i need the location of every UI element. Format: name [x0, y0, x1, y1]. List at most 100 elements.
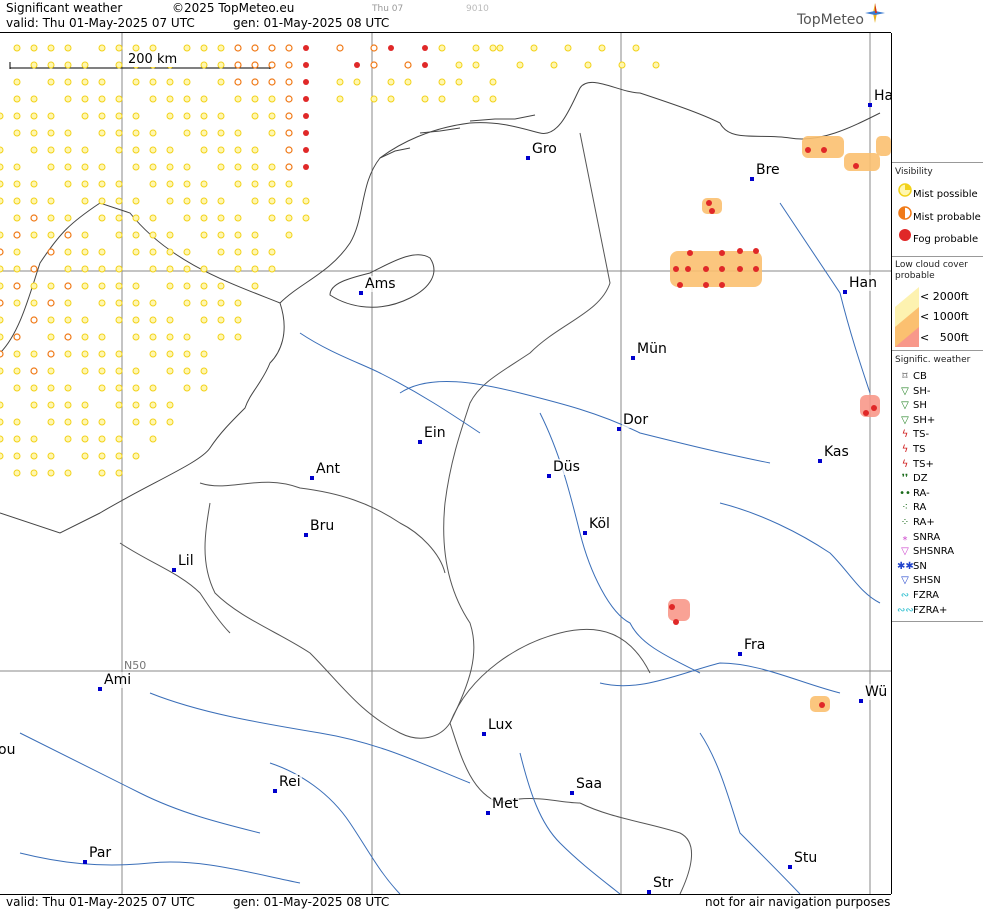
mist-possible-icon: [64, 163, 72, 171]
mist-possible-icon: [47, 231, 55, 239]
fog-probable-icon: [753, 248, 759, 254]
mist-possible-icon: [438, 78, 446, 86]
mist-possible-icon: [598, 44, 606, 52]
mist-possible-icon: [81, 112, 89, 120]
mist-possible-icon: [200, 61, 208, 69]
mist-possible-icon: [132, 146, 140, 154]
fog-probable-icon: [719, 266, 725, 272]
mist-possible-icon: [115, 265, 123, 273]
mist-possible-icon: [30, 384, 38, 392]
mist-probable-icon: [285, 44, 293, 52]
mist-possible-icon: [149, 129, 157, 137]
mist-possible-icon: [370, 95, 378, 103]
legend-weather-row: ⁎ SNRA: [897, 530, 941, 545]
chart-header: Significant weather ©2025 TopMeteo.eu va…: [0, 0, 891, 33]
mist-possible-icon: [217, 129, 225, 137]
mist-possible-icon: [200, 367, 208, 375]
legend-divider: [892, 350, 983, 351]
city-label: Saa: [575, 776, 604, 792]
city-label: ou: [0, 742, 17, 758]
topmeteo-logo[interactable]: TopMeteo: [797, 12, 864, 28]
mist-possible-icon: [618, 61, 626, 69]
mist-possible-icon: [98, 418, 106, 426]
mist-possible-icon: [81, 61, 89, 69]
mist-possible-icon: [268, 248, 276, 256]
legend-low-cloud-500: < 500ft: [920, 331, 969, 344]
mist-possible-icon: [268, 197, 276, 205]
mist-probable-icon: [64, 282, 72, 290]
mist-possible-icon: [336, 95, 344, 103]
mist-possible-icon: [47, 333, 55, 341]
fog-probable-icon: [354, 62, 360, 68]
mist-possible-icon: [132, 299, 140, 307]
cb-icon: ⌑: [902, 371, 908, 382]
mist-possible-icon: [81, 435, 89, 443]
mist-possible-icon: [13, 469, 21, 477]
mist-possible-icon: [81, 197, 89, 205]
fog-probable-icon: [737, 248, 743, 254]
city-marker: [547, 474, 551, 478]
mist-possible-icon: [98, 129, 106, 137]
mist-probable-icon: [234, 61, 242, 69]
legend-weather-row: ❜❜ DZ: [897, 471, 928, 486]
mist-possible-icon: [30, 146, 38, 154]
mist-possible-icon: [166, 197, 174, 205]
fog-probable-icon: [303, 113, 309, 119]
mist-possible-icon: [166, 78, 174, 86]
visibility-symbols: [0, 44, 877, 708]
mist-possible-icon: [302, 197, 310, 205]
mist-possible-icon: [47, 197, 55, 205]
mist-possible-icon: [13, 350, 21, 358]
mist-possible-icon: [489, 78, 497, 86]
mist-possible-icon: [200, 112, 208, 120]
mist-possible-icon: [13, 78, 21, 86]
snow-rain-icon: ⁎: [902, 531, 908, 543]
rain-heavy-icon: ⁘: [900, 517, 910, 528]
mist-possible-icon: [64, 401, 72, 409]
mist-probable-icon: [30, 265, 38, 273]
city-marker: [172, 568, 176, 572]
mist-possible-icon: [47, 316, 55, 324]
mist-possible-icon: [183, 282, 191, 290]
shower-heavy-icon: ▽: [901, 414, 909, 426]
mist-possible-icon: [30, 61, 38, 69]
mist-possible-icon: [149, 44, 157, 52]
city-label: Lux: [487, 717, 514, 733]
mist-possible-icon: [251, 197, 259, 205]
mist-possible-icon: [285, 214, 293, 222]
mist-possible-icon: [81, 350, 89, 358]
mist-possible-icon: [81, 265, 89, 273]
fog-probable-icon: [687, 250, 693, 256]
mist-possible-icon: [200, 231, 208, 239]
fog-probable-icon: [863, 410, 869, 416]
compass-logo-icon: [865, 3, 885, 23]
city-label: Kas: [823, 444, 850, 460]
mist-possible-icon: [115, 299, 123, 307]
mist-possible-icon: [47, 146, 55, 154]
mist-possible-icon: [30, 282, 38, 290]
low-cloud-patch: [844, 153, 880, 171]
mist-probable-icon: [30, 214, 38, 222]
legend-divider: [892, 256, 983, 257]
city-label: Han: [848, 275, 878, 291]
fog-probable-icon: [685, 266, 691, 272]
mist-possible-icon: [149, 231, 157, 239]
mist-possible-icon: [251, 146, 259, 154]
mist-possible-icon: [64, 299, 72, 307]
copyright-text: ©2025 TopMeteo.eu: [172, 1, 295, 15]
mist-probable-icon: [268, 61, 276, 69]
mist-possible-icon: [404, 78, 412, 86]
mist-probable-icon: [0, 350, 4, 358]
mist-possible-icon: [200, 214, 208, 222]
mist-possible-icon: [13, 163, 21, 171]
mist-possible-icon: [30, 231, 38, 239]
mist-possible-icon: [30, 469, 38, 477]
mist-possible-icon: [115, 384, 123, 392]
mist-possible-icon: [81, 78, 89, 86]
mist-possible-icon: [496, 44, 504, 52]
mist-possible-icon: [0, 418, 4, 426]
legend-low-cloud-1000: < 1000ft: [920, 310, 969, 323]
mist-possible-icon: [234, 265, 242, 273]
mist-possible-icon: [98, 214, 106, 222]
city-label: Bre: [755, 162, 781, 178]
